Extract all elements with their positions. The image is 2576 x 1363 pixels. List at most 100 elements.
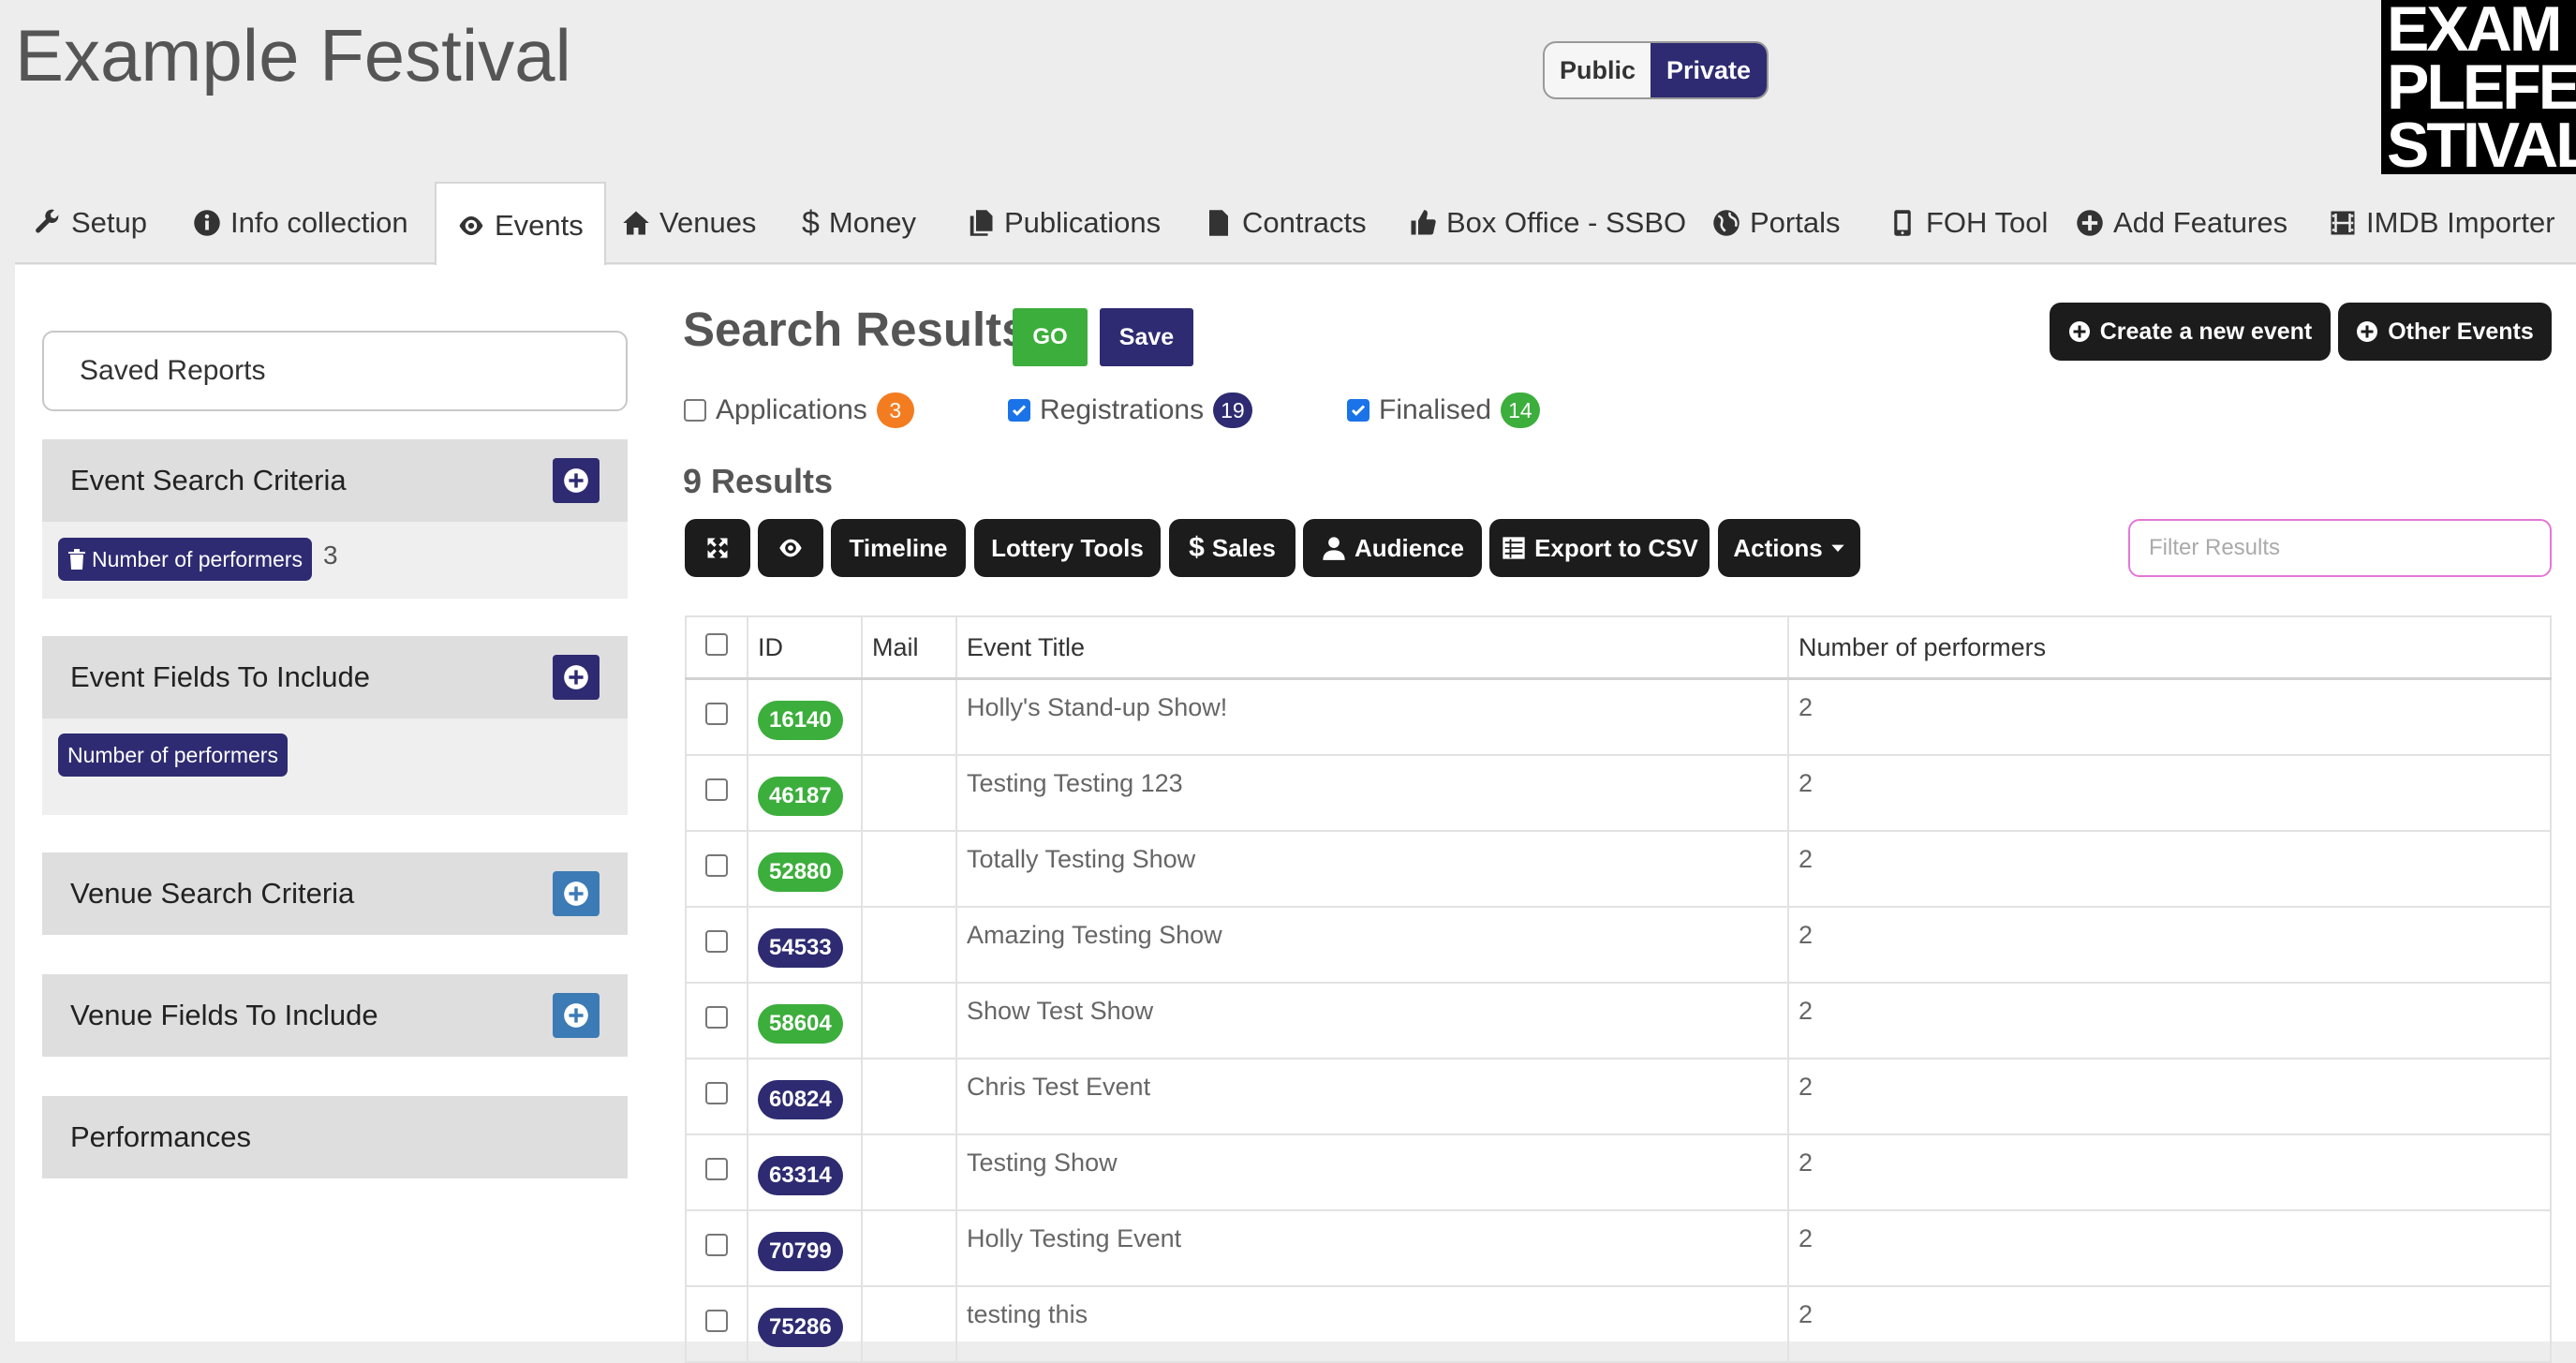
row-select-cell bbox=[685, 1058, 748, 1135]
event-fields-header[interactable]: Event Fields To Include bbox=[42, 636, 628, 719]
tab-add-features[interactable]: Add Features bbox=[2076, 182, 2287, 264]
row-checkbox[interactable] bbox=[705, 930, 728, 953]
main-tab-bar: Setup Info collection Events Venues $ Mo… bbox=[15, 182, 2576, 268]
criteria-value: 3 bbox=[323, 541, 338, 570]
column-header-performers[interactable]: Number of performers bbox=[1787, 615, 2552, 680]
add-event-field-button[interactable] bbox=[553, 655, 600, 700]
tab-venues[interactable]: Venues bbox=[622, 182, 756, 264]
mail-cell bbox=[861, 1285, 957, 1363]
event-id-badge[interactable]: 75286 bbox=[758, 1307, 843, 1347]
button-label: Export to CSV bbox=[1534, 533, 1698, 562]
tab-contracts[interactable]: Contracts bbox=[1205, 182, 1367, 264]
public-toggle-button[interactable]: Public bbox=[1545, 43, 1651, 97]
event-title-cell: Holly's Stand-up Show! bbox=[955, 677, 1789, 756]
venue-fields-header[interactable]: Venue Fields To Include bbox=[42, 974, 628, 1057]
applications-checkbox[interactable] bbox=[684, 399, 706, 422]
table-row[interactable]: 75286 testing this 2 bbox=[685, 1285, 2552, 1363]
row-checkbox[interactable] bbox=[705, 854, 728, 877]
tab-publications[interactable]: Publications bbox=[967, 182, 1161, 264]
row-checkbox[interactable] bbox=[705, 1006, 728, 1029]
audience-button[interactable]: Audience bbox=[1303, 519, 1482, 577]
actions-dropdown[interactable]: Actions bbox=[1718, 519, 1860, 577]
event-id-badge[interactable]: 60824 bbox=[758, 1079, 843, 1119]
plus-circle-icon bbox=[564, 468, 588, 493]
tab-foh-tool[interactable]: FOH Tool bbox=[1888, 182, 2048, 264]
event-search-criteria-header[interactable]: Event Search Criteria bbox=[42, 439, 628, 522]
performances-header[interactable]: Performances bbox=[42, 1096, 628, 1178]
table-row[interactable]: 54533 Amazing Testing Show 2 bbox=[685, 906, 2552, 984]
finalised-checkbox[interactable] bbox=[1347, 399, 1369, 422]
column-header-id[interactable]: ID bbox=[747, 615, 863, 680]
event-fields-body: Number of performers bbox=[42, 719, 628, 815]
filter-registrations[interactable]: Registrations 19 bbox=[1008, 393, 1252, 428]
tab-imdb-importer[interactable]: IMDB Importer bbox=[2329, 182, 2555, 264]
tab-events[interactable]: Events bbox=[435, 182, 606, 268]
tab-setup[interactable]: Setup bbox=[34, 182, 147, 264]
tab-portals[interactable]: Portals bbox=[1712, 182, 1840, 264]
row-select-cell bbox=[685, 754, 748, 832]
eye-icon bbox=[779, 539, 802, 557]
table-row[interactable]: 58604 Show Test Show 2 bbox=[685, 982, 2552, 1059]
select-all-checkbox[interactable] bbox=[705, 632, 728, 656]
view-toggle-button[interactable] bbox=[758, 519, 823, 577]
add-venue-criteria-button[interactable] bbox=[553, 871, 600, 916]
column-header-mail[interactable]: Mail bbox=[861, 615, 957, 680]
tab-money[interactable]: $ Money bbox=[802, 182, 916, 264]
row-checkbox[interactable] bbox=[705, 703, 728, 725]
table-row[interactable]: 46187 Testing Testing 123 2 bbox=[685, 754, 2552, 832]
row-checkbox[interactable] bbox=[705, 1158, 728, 1180]
row-checkbox[interactable] bbox=[705, 1234, 728, 1256]
button-label: Create a new event bbox=[2099, 318, 2313, 345]
fullscreen-button[interactable] bbox=[685, 519, 750, 577]
event-id-badge[interactable]: 46187 bbox=[758, 776, 843, 816]
performers-cell: 2 bbox=[1787, 1209, 2552, 1287]
create-event-button[interactable]: Create a new event bbox=[2050, 303, 2331, 361]
applications-count-badge: 3 bbox=[876, 393, 914, 428]
row-checkbox[interactable] bbox=[705, 778, 728, 801]
tab-box-office[interactable]: Box Office - SSBO bbox=[1409, 182, 1686, 264]
field-chip[interactable]: Number of performers bbox=[58, 733, 288, 777]
column-header-event-title[interactable]: Event Title bbox=[955, 615, 1789, 680]
filter-finalised[interactable]: Finalised 14 bbox=[1347, 393, 1540, 428]
registrations-checkbox[interactable] bbox=[1008, 399, 1030, 422]
event-id-badge[interactable]: 16140 bbox=[758, 700, 843, 740]
sales-button[interactable]: $ Sales bbox=[1169, 519, 1295, 577]
event-id-badge[interactable]: 70799 bbox=[758, 1231, 843, 1271]
row-checkbox[interactable] bbox=[705, 1310, 728, 1332]
criteria-chip[interactable]: Number of performers bbox=[58, 538, 312, 581]
logo-line: PLEFE bbox=[2387, 52, 2576, 123]
tab-info-collection[interactable]: Info collection bbox=[193, 182, 408, 264]
go-button[interactable]: GO bbox=[1013, 308, 1088, 366]
add-venue-field-button[interactable] bbox=[553, 993, 600, 1038]
filter-results-input[interactable] bbox=[2128, 519, 2552, 577]
tab-label: Info collection bbox=[230, 206, 408, 239]
button-label: Timeline bbox=[849, 533, 948, 562]
private-toggle-button[interactable]: Private bbox=[1651, 43, 1767, 97]
table-row[interactable]: 52880 Totally Testing Show 2 bbox=[685, 830, 2552, 908]
mail-cell bbox=[861, 906, 957, 984]
table-row[interactable]: 16140 Holly's Stand-up Show! 2 bbox=[685, 677, 2552, 756]
filter-applications[interactable]: Applications 3 bbox=[684, 393, 914, 428]
select-all-cell bbox=[685, 615, 748, 680]
event-id-badge[interactable]: 63314 bbox=[758, 1155, 843, 1195]
save-button[interactable]: Save bbox=[1100, 308, 1193, 366]
table-row[interactable]: 70799 Holly Testing Event 2 bbox=[685, 1209, 2552, 1287]
event-id-badge[interactable]: 54533 bbox=[758, 927, 843, 968]
add-search-criteria-button[interactable] bbox=[553, 458, 600, 503]
table-row[interactable]: 63314 Testing Show 2 bbox=[685, 1133, 2552, 1211]
saved-reports-button[interactable]: Saved Reports bbox=[42, 331, 628, 411]
timeline-button[interactable]: Timeline bbox=[831, 519, 966, 577]
table-row[interactable]: 60824 Chris Test Event 2 bbox=[685, 1058, 2552, 1135]
event-id-badge[interactable]: 58604 bbox=[758, 1003, 843, 1044]
row-checkbox[interactable] bbox=[705, 1082, 728, 1104]
tab-label: IMDB Importer bbox=[2366, 206, 2555, 239]
other-events-button[interactable]: Other Events bbox=[2338, 303, 2552, 361]
globe-icon bbox=[1713, 210, 1740, 236]
venue-search-criteria-header[interactable]: Venue Search Criteria bbox=[42, 852, 628, 935]
visibility-toggle[interactable]: Public Private bbox=[1543, 41, 1769, 99]
export-csv-button[interactable]: Export to CSV bbox=[1489, 519, 1710, 577]
performers-cell: 2 bbox=[1787, 906, 2552, 984]
files-icon bbox=[970, 210, 993, 236]
event-id-badge[interactable]: 52880 bbox=[758, 852, 843, 892]
lottery-tools-button[interactable]: Lottery Tools bbox=[974, 519, 1161, 577]
